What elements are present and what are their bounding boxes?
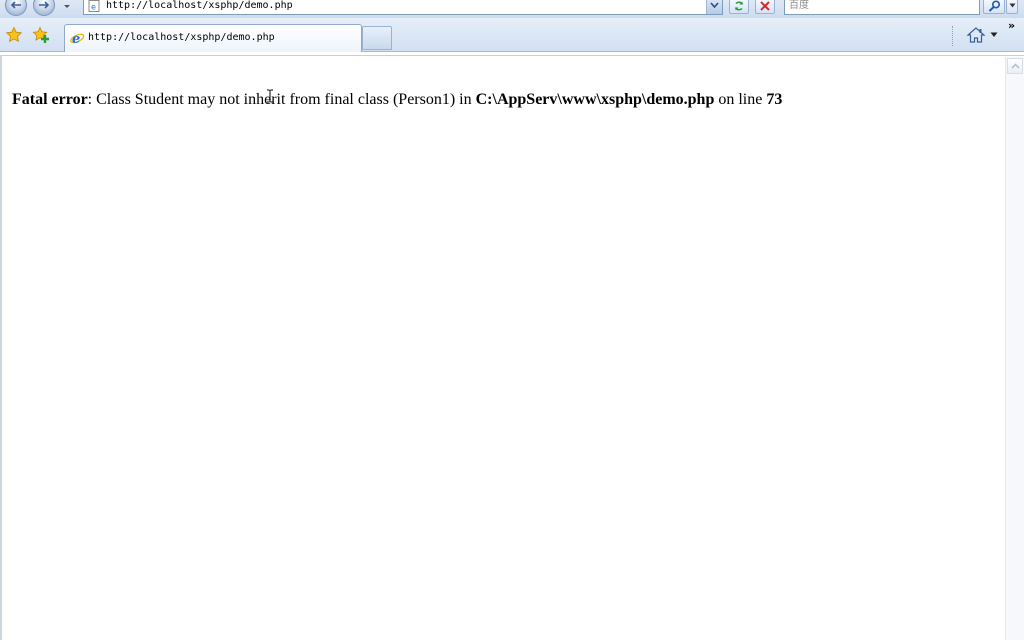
error-line-text: on line bbox=[714, 91, 767, 108]
ie-logo-icon: e bbox=[70, 32, 85, 46]
php-error-message: Fatal error: Class Student may not inher… bbox=[12, 90, 782, 110]
close-icon bbox=[760, 1, 770, 11]
tab-demo-php[interactable]: e http://localhost/xsphp/demo.php bbox=[64, 24, 362, 52]
error-label: Fatal error bbox=[12, 91, 88, 108]
navigation-bar: e http://localhost/xsphp/demo.php 百度 bbox=[0, 0, 1024, 18]
refresh-icon bbox=[734, 1, 744, 11]
chevron-down-icon bbox=[710, 2, 719, 9]
back-arrow-icon bbox=[10, 1, 21, 9]
favorites-star-icon[interactable] bbox=[5, 26, 23, 44]
back-button[interactable] bbox=[5, 0, 27, 16]
add-favorites-icon[interactable] bbox=[32, 26, 50, 44]
home-dropdown-icon[interactable] bbox=[990, 32, 998, 38]
forward-button[interactable] bbox=[33, 0, 55, 16]
tab-label: http://localhost/xsphp/demo.php bbox=[88, 32, 275, 43]
toolbar-separator bbox=[952, 26, 955, 46]
more-tools-chevron[interactable]: » bbox=[1008, 20, 1020, 32]
refresh-button[interactable] bbox=[729, 0, 749, 14]
search-input[interactable]: 百度 bbox=[784, 0, 980, 15]
content-left-edge bbox=[0, 55, 2, 640]
tab-bar: e http://localhost/xsphp/demo.php » bbox=[0, 18, 1024, 52]
search-button[interactable] bbox=[983, 0, 1005, 14]
ie-page-icon: e bbox=[88, 0, 100, 12]
home-icon[interactable] bbox=[966, 26, 986, 44]
forward-arrow-icon bbox=[39, 1, 50, 9]
page-content bbox=[0, 55, 1024, 640]
recent-pages-dropdown-icon[interactable] bbox=[62, 2, 72, 12]
vertical-scrollbar[interactable] bbox=[1005, 57, 1024, 640]
svg-text:e: e bbox=[72, 32, 80, 46]
text-cursor-icon bbox=[267, 89, 273, 103]
chevron-up-icon bbox=[1011, 63, 1020, 69]
error-line-number: 73 bbox=[766, 91, 783, 108]
address-bar[interactable]: e http://localhost/xsphp/demo.php bbox=[83, 0, 723, 15]
scroll-up-button[interactable] bbox=[1007, 58, 1023, 74]
address-url-text[interactable]: http://localhost/xsphp/demo.php bbox=[106, 0, 293, 14]
new-tab-button[interactable] bbox=[362, 26, 392, 50]
chevron-down-icon bbox=[1009, 3, 1016, 8]
svg-text:e: e bbox=[91, 3, 96, 12]
search-options-button[interactable] bbox=[1006, 0, 1018, 14]
stop-button[interactable] bbox=[755, 0, 775, 14]
browser-window: e http://localhost/xsphp/demo.php 百度 e h… bbox=[0, 0, 1024, 640]
error-file-path: C:\AppServ\www\xsphp\demo.php bbox=[475, 91, 715, 108]
search-icon bbox=[988, 0, 1001, 12]
address-dropdown-button[interactable] bbox=[706, 0, 722, 14]
error-message-text: : Class Student may not inherit from fin… bbox=[87, 91, 476, 108]
search-placeholder: 百度 bbox=[789, 0, 809, 11]
